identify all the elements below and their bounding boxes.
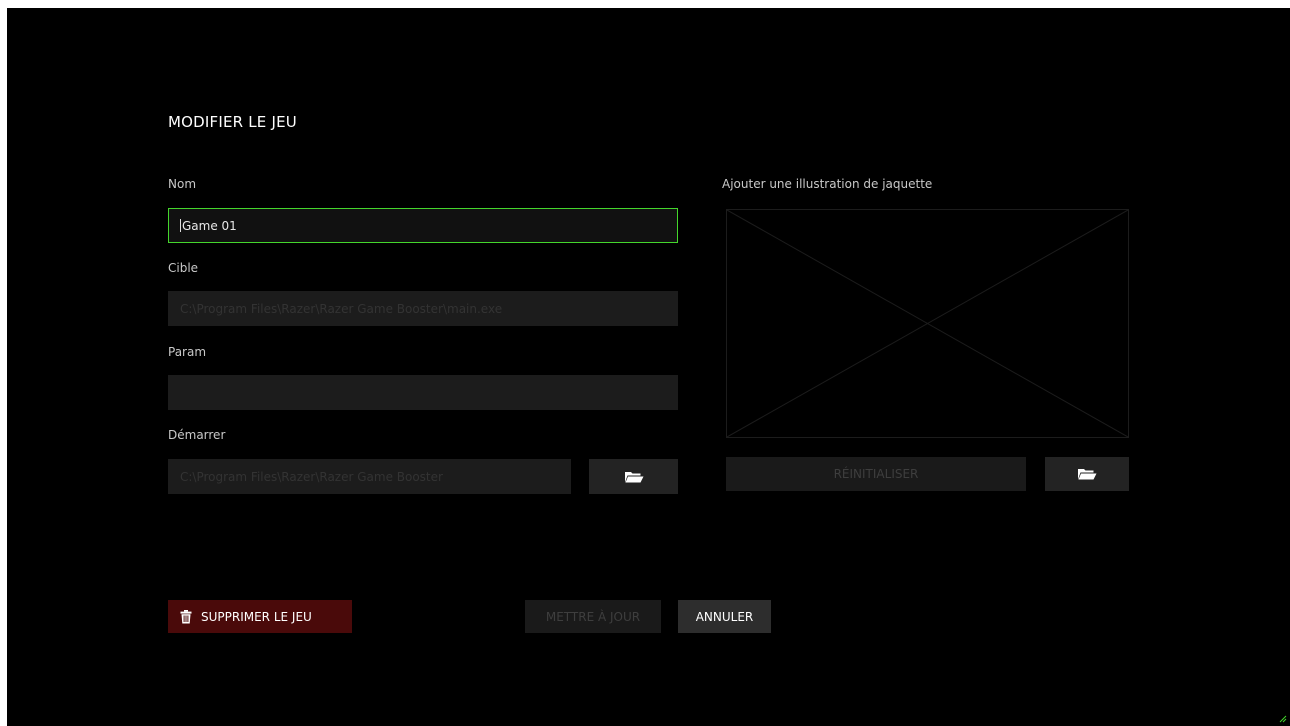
name-label: Nom bbox=[168, 177, 197, 191]
name-input[interactable]: Game 01 bbox=[168, 208, 678, 243]
trash-icon bbox=[180, 609, 192, 623]
text-caret bbox=[180, 219, 181, 232]
artwork-placeholder[interactable] bbox=[726, 209, 1129, 438]
target-field: C:\Program Files\Razer\Razer Game Booste… bbox=[168, 291, 678, 326]
edit-game-window: MODIFIER LE JEU Nom Game 01 Cible C:\Pro… bbox=[7, 8, 1290, 726]
resize-grip-icon[interactable] bbox=[1279, 715, 1287, 723]
start-path-field: C:\Program Files\Razer\Razer Game Booste… bbox=[168, 459, 571, 494]
artwork-label: Ajouter une illustration de jaquette bbox=[722, 177, 933, 191]
browse-artwork-button[interactable] bbox=[1045, 457, 1129, 491]
param-label: Param bbox=[168, 345, 207, 359]
start-path-value: C:\Program Files\Razer\Razer Game Booste… bbox=[180, 469, 443, 484]
start-label: Démarrer bbox=[168, 428, 226, 442]
browse-start-folder-button[interactable] bbox=[589, 459, 678, 494]
artwork-placeholder-cross bbox=[727, 210, 1128, 437]
target-field-value: C:\Program Files\Razer\Razer Game Booste… bbox=[180, 301, 503, 316]
cancel-button[interactable]: ANNULER bbox=[678, 600, 771, 633]
param-input[interactable] bbox=[168, 375, 678, 410]
folder-open-icon bbox=[624, 471, 643, 482]
name-input-value: Game 01 bbox=[182, 218, 237, 233]
update-button[interactable]: METTRE À JOUR bbox=[525, 600, 661, 633]
folder-open-icon bbox=[1078, 469, 1097, 480]
reset-artwork-button[interactable]: RÉINITIALISER bbox=[726, 457, 1026, 491]
delete-game-button[interactable]: SUPPRIMER LE JEU bbox=[168, 600, 352, 633]
delete-game-label: SUPPRIMER LE JEU bbox=[201, 609, 312, 624]
target-label: Cible bbox=[168, 261, 199, 275]
page-title: MODIFIER LE JEU bbox=[168, 113, 297, 131]
